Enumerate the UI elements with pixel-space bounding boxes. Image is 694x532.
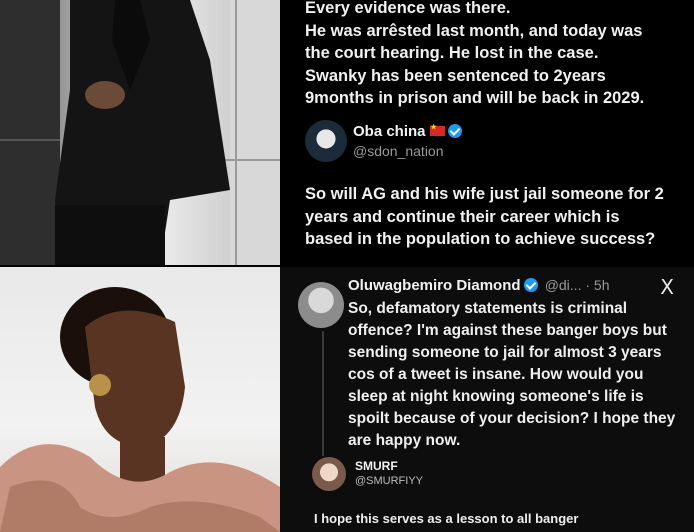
- reply-handle-time: @di... · 5h: [544, 277, 610, 293]
- x-logo-icon[interactable]: X: [660, 275, 674, 299]
- china-flag-icon: [429, 123, 445, 136]
- verified-badge-icon: [447, 124, 462, 138]
- man-photo-illustration: [0, 0, 280, 265]
- avatar[interactable]: [305, 120, 347, 162]
- thread-line: [322, 331, 324, 456]
- top-tweet-panel: Every evidence was there. He was arrêste…: [280, 0, 694, 265]
- man-in-suit-photo: [0, 0, 280, 265]
- woman-portrait-photo: [0, 267, 280, 532]
- verified-badge-icon: [523, 278, 538, 292]
- woman-photo-illustration: [0, 287, 280, 532]
- quote-author-name-label: Oba china: [353, 123, 426, 140]
- reply-text: So, defamatory statements is criminal of…: [348, 300, 676, 449]
- smurf-name[interactable]: SMURF: [355, 459, 398, 473]
- reply-thread-panel: Oluwagbemiro Diamond @di... · 5h X So, d…: [280, 267, 694, 532]
- smurf-reply-text: I hope this serves as a lesson to all ba…: [314, 511, 579, 526]
- quote-author-handle[interactable]: @sdon_nation: [353, 143, 444, 159]
- quote-text: So will AG and his wife just jail someon…: [305, 185, 664, 249]
- smurf-handle[interactable]: @SMURFIYY: [355, 475, 423, 487]
- reply-author-name[interactable]: Oluwagbemiro Diamond @di... · 5h: [348, 277, 609, 294]
- avatar[interactable]: [312, 457, 346, 491]
- reply-author-name-label: Oluwagbemiro Diamond: [348, 277, 521, 294]
- avatar[interactable]: [298, 282, 344, 328]
- quote-author-name[interactable]: Oba china: [353, 123, 462, 140]
- tweet-text: Every evidence was there. He was arrêste…: [305, 0, 645, 108]
